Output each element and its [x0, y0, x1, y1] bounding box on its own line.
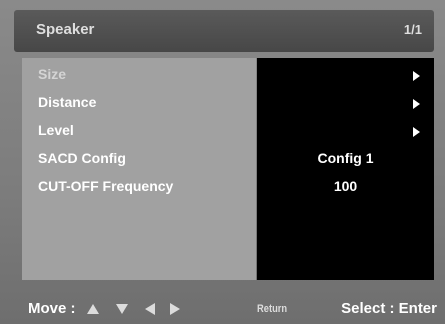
arrow-left-icon: [145, 303, 155, 315]
menu-item-value: Config 1: [317, 150, 374, 166]
menu-item-label: Distance: [38, 94, 97, 110]
submenu-arrow-icon: [413, 99, 420, 109]
arrow-up-icon: [87, 304, 99, 314]
menu-item-sacd-config[interactable]: SACD Config Config 1: [22, 146, 434, 172]
select-hint-label: Select : Enter: [341, 300, 437, 317]
menu-title: Speaker: [36, 21, 95, 38]
header-bar: Speaker 1/1: [14, 10, 434, 52]
menu-item-label: CUT-OFF Frequency: [38, 178, 174, 194]
speaker-menu-screen: Speaker 1/1 Size Distance Level SACD Con…: [0, 0, 445, 324]
menu-item-value: 100: [333, 178, 358, 194]
footer-bar: Move : Return Select : Enter: [0, 290, 445, 324]
arrow-down-icon: [116, 304, 128, 314]
page-indicator: 1/1: [403, 22, 422, 37]
return-hint-label: Return: [257, 303, 288, 315]
submenu-arrow-icon: [413, 71, 420, 81]
menu-item-label: SACD Config: [38, 150, 126, 166]
menu-item-cutoff-frequency[interactable]: CUT-OFF Frequency 100: [22, 174, 434, 200]
menu-item-label: Size: [38, 66, 67, 82]
move-hint-label: Move :: [28, 300, 76, 317]
arrow-right-icon: [170, 303, 180, 315]
submenu-arrow-icon: [413, 127, 420, 137]
menu-item-size[interactable]: Size: [22, 62, 434, 88]
menu-item-level[interactable]: Level: [22, 118, 434, 144]
menu-item-distance[interactable]: Distance: [22, 90, 434, 116]
menu-item-label: Level: [38, 122, 74, 138]
